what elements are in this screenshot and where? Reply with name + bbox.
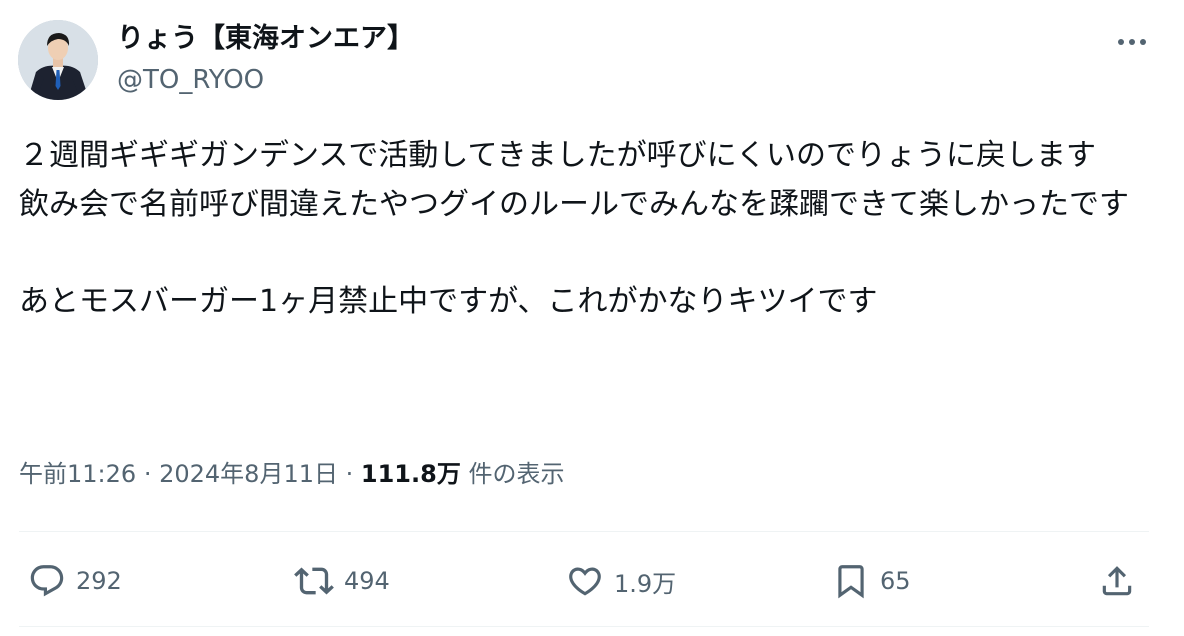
bookmark-button[interactable]: 65 — [832, 556, 911, 606]
like-count: 1.9万 — [614, 569, 677, 598]
views-count: 111.8万 — [360, 460, 461, 488]
user-avatar-icon — [18, 20, 98, 100]
tweet-text: ２週間ギギギガンデンスで活動してきましたが呼びにくいのでりょうに戻します 飲み会… — [19, 138, 1129, 319]
divider — [19, 531, 1149, 532]
share-button[interactable] — [1098, 556, 1136, 606]
meta-separator: · — [143, 460, 152, 488]
more-dots-icon — [1118, 39, 1146, 45]
tweet-date[interactable]: 2024年8月11日 — [159, 460, 338, 488]
reply-button[interactable]: 292 — [28, 556, 122, 606]
tweet-meta: 午前11:26 · 2024年8月11日 · 111.8万 件の表示 — [19, 456, 564, 492]
author-handle[interactable]: @TO_RYOO — [117, 63, 264, 97]
retweet-count: 494 — [344, 567, 390, 595]
bookmark-count: 65 — [880, 567, 911, 595]
action-bar: 292 494 1.9万 65 — [0, 556, 1184, 606]
reply-icon — [30, 565, 64, 597]
tweet: りょう【東海オンエア】 @TO_RYOO ２週間ギギギガンデンスで活動してきまし… — [0, 0, 1184, 636]
like-button[interactable]: 1.9万 — [566, 556, 676, 606]
reply-count: 292 — [76, 567, 122, 595]
author-display-name[interactable]: りょう【東海オンエア】 — [117, 21, 414, 57]
meta-separator: · — [345, 460, 354, 488]
views-label: 件の表示 — [468, 460, 565, 488]
retweet-icon — [294, 567, 334, 595]
share-icon — [1102, 566, 1132, 596]
retweet-button[interactable]: 494 — [294, 556, 390, 606]
tweet-time[interactable]: 午前11:26 — [19, 460, 136, 488]
avatar[interactable] — [18, 20, 98, 100]
more-options-button[interactable] — [1110, 30, 1154, 54]
bookmark-icon — [838, 565, 864, 599]
heart-icon — [569, 567, 601, 596]
divider — [19, 626, 1149, 627]
